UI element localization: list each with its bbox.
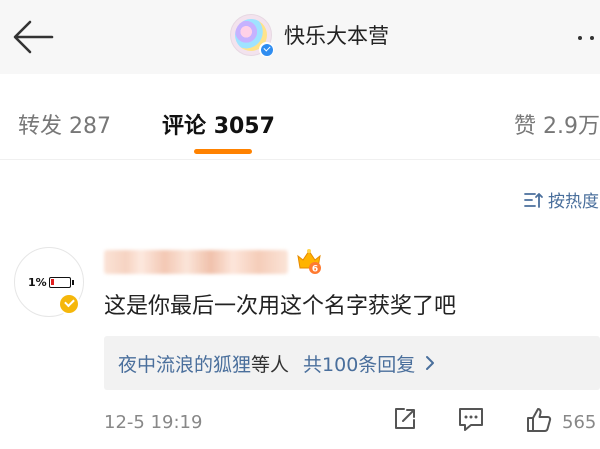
- commenter-username-blurred[interactable]: [104, 250, 288, 274]
- tab-comments[interactable]: 评论 3057: [162, 108, 275, 140]
- like-icon[interactable]: [525, 406, 553, 434]
- sort-icon: [524, 192, 543, 208]
- like-count: 565: [562, 412, 597, 433]
- tab-likes[interactable]: 赞 2.9万: [514, 108, 600, 140]
- comment-icon[interactable]: [457, 406, 485, 432]
- arrow-left-icon: [13, 20, 54, 54]
- tab-likes-count: 2.9万: [543, 114, 600, 139]
- sort-label: 按热度: [548, 192, 599, 212]
- more-icon[interactable]: [578, 36, 594, 40]
- chevron-right-icon: [426, 356, 435, 370]
- tab-reposts[interactable]: 转发 287: [18, 108, 111, 140]
- first-replier-name[interactable]: 夜中流浪的狐狸: [118, 350, 251, 377]
- comment-text: 这是你最后一次用这个名字获奖了吧: [104, 294, 457, 319]
- verified-icon: [259, 42, 274, 57]
- share-icon[interactable]: [392, 406, 418, 432]
- comment-time: 12-5 19:19: [104, 412, 203, 433]
- active-tab-indicator: [194, 149, 252, 154]
- tab-comments-count: 3057: [213, 114, 275, 139]
- tab-likes-label: 赞: [514, 114, 537, 139]
- avatar-battery-text: 1%: [28, 276, 47, 289]
- replies-suffix: 等人: [251, 353, 290, 376]
- battery-icon: 1%: [28, 276, 74, 289]
- back-button[interactable]: [8, 16, 58, 58]
- replies-preview[interactable]: 夜中流浪的狐狸 等人 共100条回复: [104, 336, 600, 390]
- replies-count[interactable]: 共100条回复: [303, 350, 415, 377]
- tab-comments-label: 评论: [162, 114, 207, 139]
- account-name[interactable]: 快乐大本营: [284, 20, 389, 50]
- sort-button[interactable]: 按热度: [524, 187, 599, 212]
- top-bar: 快乐大本营: [0, 0, 600, 74]
- account-avatar[interactable]: [230, 14, 274, 57]
- tab-bar: 转发 287 评论 3057 赞 2.9万: [0, 74, 600, 160]
- tab-reposts-label: 转发: [18, 114, 63, 139]
- level-number: 6: [312, 265, 318, 275]
- account-header[interactable]: 快乐大本营: [230, 14, 389, 57]
- tab-reposts-count: 287: [69, 114, 112, 139]
- crown-level-icon: 6: [297, 249, 321, 275]
- verified-gold-icon: [58, 293, 80, 315]
